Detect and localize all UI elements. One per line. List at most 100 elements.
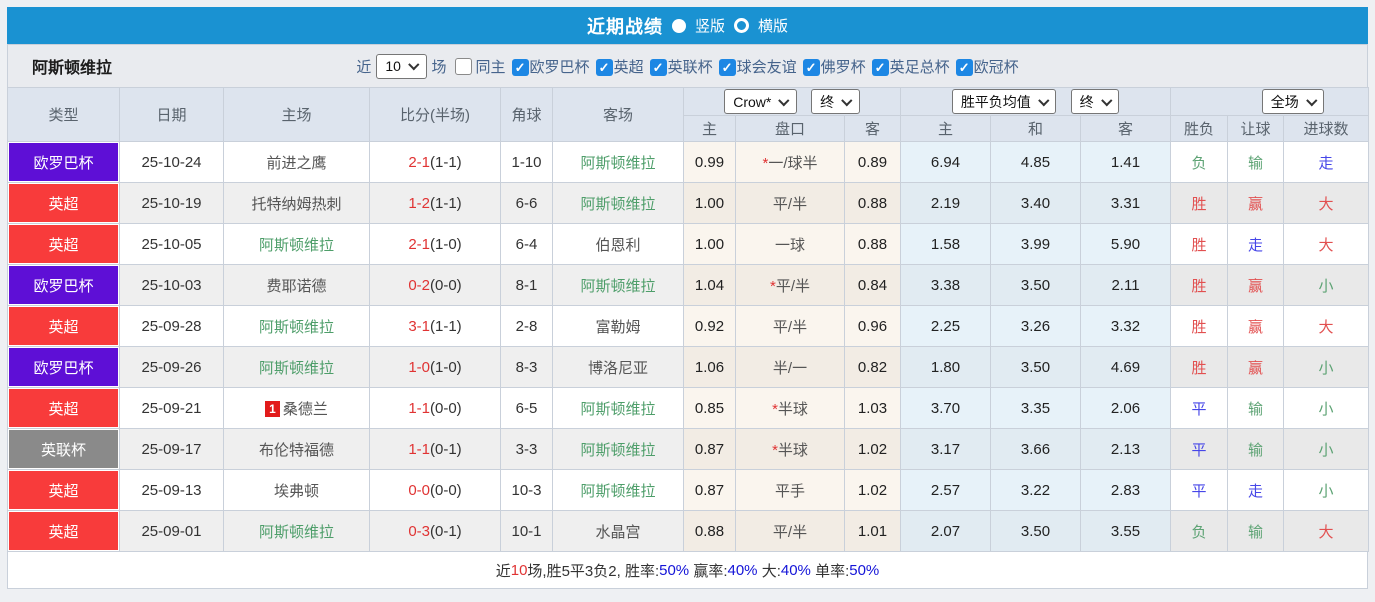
wdl-away-odds: 1.41 bbox=[1080, 141, 1171, 183]
recent-count-select[interactable]: 10 bbox=[376, 53, 427, 79]
half-time-score: (1-0) bbox=[430, 235, 462, 253]
odds-company-select[interactable]: Crow* bbox=[724, 89, 797, 114]
away-team-name: 博洛尼亚 bbox=[587, 359, 648, 377]
handicap-away-odds: 0.84 bbox=[844, 264, 901, 306]
corners-cell: 1-10 bbox=[500, 141, 553, 183]
handicap-home-odds: 1.06 bbox=[683, 346, 736, 388]
score-cell: 1-0(1-0) bbox=[369, 346, 501, 388]
match-result: 胜 bbox=[1170, 305, 1228, 347]
radio-vertical-selected-icon[interactable] bbox=[671, 18, 686, 33]
table-row: 欧罗巴杯 25-10-24 前进之鹰 2-1(1-1) 1-10 阿斯顿维拉 0.99 *一/… bbox=[7, 141, 1370, 183]
sub-header-goals: 进球数 bbox=[1282, 115, 1370, 142]
score-cell: 2-1(1-0) bbox=[369, 223, 501, 265]
home-team-name: 费耶诺德 bbox=[266, 277, 327, 295]
titlebar: 近期战绩 竖版 横版 bbox=[7, 7, 1368, 44]
handicap-result: 输 bbox=[1227, 141, 1284, 183]
match-date: 25-10-19 bbox=[119, 182, 224, 224]
away-team-name: 伯恩利 bbox=[595, 236, 641, 254]
competition-label-1: 英超 bbox=[613, 58, 644, 76]
competition-type-badge: 英超 bbox=[9, 225, 118, 263]
handicap-line: 半/一 bbox=[772, 359, 808, 377]
away-team-cell: 阿斯顿维拉 bbox=[552, 387, 684, 429]
goals-result: 大 bbox=[1282, 305, 1370, 347]
corners-cell: 6-4 bbox=[500, 223, 553, 265]
summary-segment-4: 赢率: bbox=[689, 562, 728, 580]
recent-label: 近 bbox=[356, 58, 372, 76]
home-team-name: 托特纳姆热刺 bbox=[251, 195, 342, 213]
home-team-name: 阿斯顿维拉 bbox=[258, 523, 334, 541]
home-team-cell: 托特纳姆热刺 bbox=[223, 182, 370, 224]
home-team-name: 阿斯顿维拉 bbox=[258, 236, 334, 254]
competition-checkbox-0[interactable]: ✓ bbox=[511, 58, 529, 76]
sub-header-wdl-away: 客 bbox=[1080, 115, 1171, 142]
wdl-average-select[interactable]: 胜平负均值 bbox=[951, 89, 1057, 114]
odds-time-select-2[interactable]: 终 bbox=[1070, 89, 1120, 114]
home-team-name: 埃弗顿 bbox=[273, 482, 319, 500]
competition-checkbox-4[interactable]: ✓ bbox=[802, 58, 820, 76]
goals-result: 小 bbox=[1282, 387, 1370, 429]
handicap-home-odds: 0.88 bbox=[683, 510, 736, 552]
competition-checkbox-2[interactable]: ✓ bbox=[649, 58, 667, 76]
handicap-home-odds: 0.87 bbox=[683, 469, 736, 511]
full-time-score: 0-2 bbox=[408, 276, 430, 294]
full-time-score: 2-1 bbox=[408, 153, 430, 171]
handicap-line: 平手 bbox=[774, 482, 805, 500]
table-row: 英联杯 25-09-17 布伦特福德 1-1(0-1) 3-3 阿斯顿维拉 0.87 *半球 1… bbox=[7, 428, 1370, 470]
competition-checkbox-1[interactable]: ✓ bbox=[595, 58, 613, 76]
handicap-away-odds: 1.01 bbox=[844, 510, 901, 552]
goals-result: 大 bbox=[1282, 182, 1370, 224]
full-time-score: 1-0 bbox=[408, 358, 430, 376]
col-header-score: 比分(半场) bbox=[369, 87, 501, 142]
col-header-away: 客场 bbox=[552, 87, 684, 142]
match-date: 25-10-24 bbox=[119, 141, 224, 183]
half-time-score: (0-0) bbox=[430, 399, 462, 417]
wdl-draw-odds: 3.50 bbox=[990, 346, 1081, 388]
col-header-date: 日期 bbox=[119, 87, 224, 142]
competition-checkbox-5[interactable]: ✓ bbox=[871, 58, 889, 76]
competition-checkbox-3[interactable]: ✓ bbox=[718, 58, 736, 76]
wdl-draw-odds: 3.26 bbox=[990, 305, 1081, 347]
sub-header-handicap-away: 客 bbox=[844, 115, 901, 142]
handicap-away-odds: 1.03 bbox=[844, 387, 901, 429]
half-time-score: (0-0) bbox=[430, 481, 462, 499]
away-team-name: 水晶宫 bbox=[595, 523, 641, 541]
wdl-home-odds: 3.70 bbox=[900, 387, 991, 429]
handicap-line-cell: *一/球半 bbox=[735, 141, 845, 183]
results-table: 类型 日期 主场 比分(半场) 角球 客场 Crow* 终 胜平负均值 终 全场… bbox=[7, 87, 1370, 552]
goals-result: 大 bbox=[1282, 510, 1370, 552]
competition-label-0: 欧罗巴杯 bbox=[529, 58, 590, 76]
match-date: 25-10-03 bbox=[119, 264, 224, 306]
wdl-home-odds: 2.57 bbox=[900, 469, 991, 511]
away-team-cell: 水晶宫 bbox=[552, 510, 684, 552]
away-team-name: 阿斯顿维拉 bbox=[580, 400, 656, 418]
col-header-type: 类型 bbox=[7, 87, 120, 142]
match-date: 25-09-01 bbox=[119, 510, 224, 552]
home-team-name: 阿斯顿维拉 bbox=[258, 318, 334, 336]
competition-checkbox-6[interactable]: ✓ bbox=[955, 58, 973, 76]
handicap-result: 输 bbox=[1227, 428, 1284, 470]
sub-header-handicap-result: 让球 bbox=[1227, 115, 1284, 142]
scope-select[interactable]: 全场 bbox=[1261, 89, 1325, 114]
away-team-name: 富勒姆 bbox=[595, 318, 641, 336]
same-home-checkbox[interactable] bbox=[454, 57, 472, 75]
match-result: 平 bbox=[1170, 387, 1228, 429]
radio-horizontal-icon[interactable] bbox=[734, 18, 749, 33]
table-row: 英超 25-09-21 1 桑德兰 1-1(0-0) 6-5 阿斯顿维拉 0.85 *半球 1.0… bbox=[7, 387, 1370, 429]
half-time-score: (1-1) bbox=[430, 317, 462, 335]
chevron-down-icon bbox=[1101, 94, 1112, 106]
type-cell: 英超 bbox=[7, 469, 120, 511]
radio-horizontal-label[interactable]: 横版 bbox=[758, 15, 788, 36]
away-team-cell: 阿斯顿维拉 bbox=[552, 428, 684, 470]
type-cell: 欧罗巴杯 bbox=[7, 346, 120, 388]
table-row: 英超 25-09-01 阿斯顿维拉 0-3(0-1) 10-1 水晶宫 0.88 平/半 1.0… bbox=[7, 510, 1370, 552]
odds-time-select-1[interactable]: 终 bbox=[811, 89, 860, 114]
goals-result: 走 bbox=[1282, 141, 1370, 183]
team-name: 阿斯顿维拉 bbox=[32, 60, 113, 77]
match-result: 负 bbox=[1170, 510, 1228, 552]
handicap-line: 半球 bbox=[777, 400, 808, 418]
wdl-away-odds: 2.11 bbox=[1080, 264, 1171, 306]
match-date: 25-09-17 bbox=[119, 428, 224, 470]
match-result: 胜 bbox=[1170, 223, 1228, 265]
radio-vertical-label[interactable]: 竖版 bbox=[695, 15, 725, 36]
handicap-away-odds: 1.02 bbox=[844, 469, 901, 511]
